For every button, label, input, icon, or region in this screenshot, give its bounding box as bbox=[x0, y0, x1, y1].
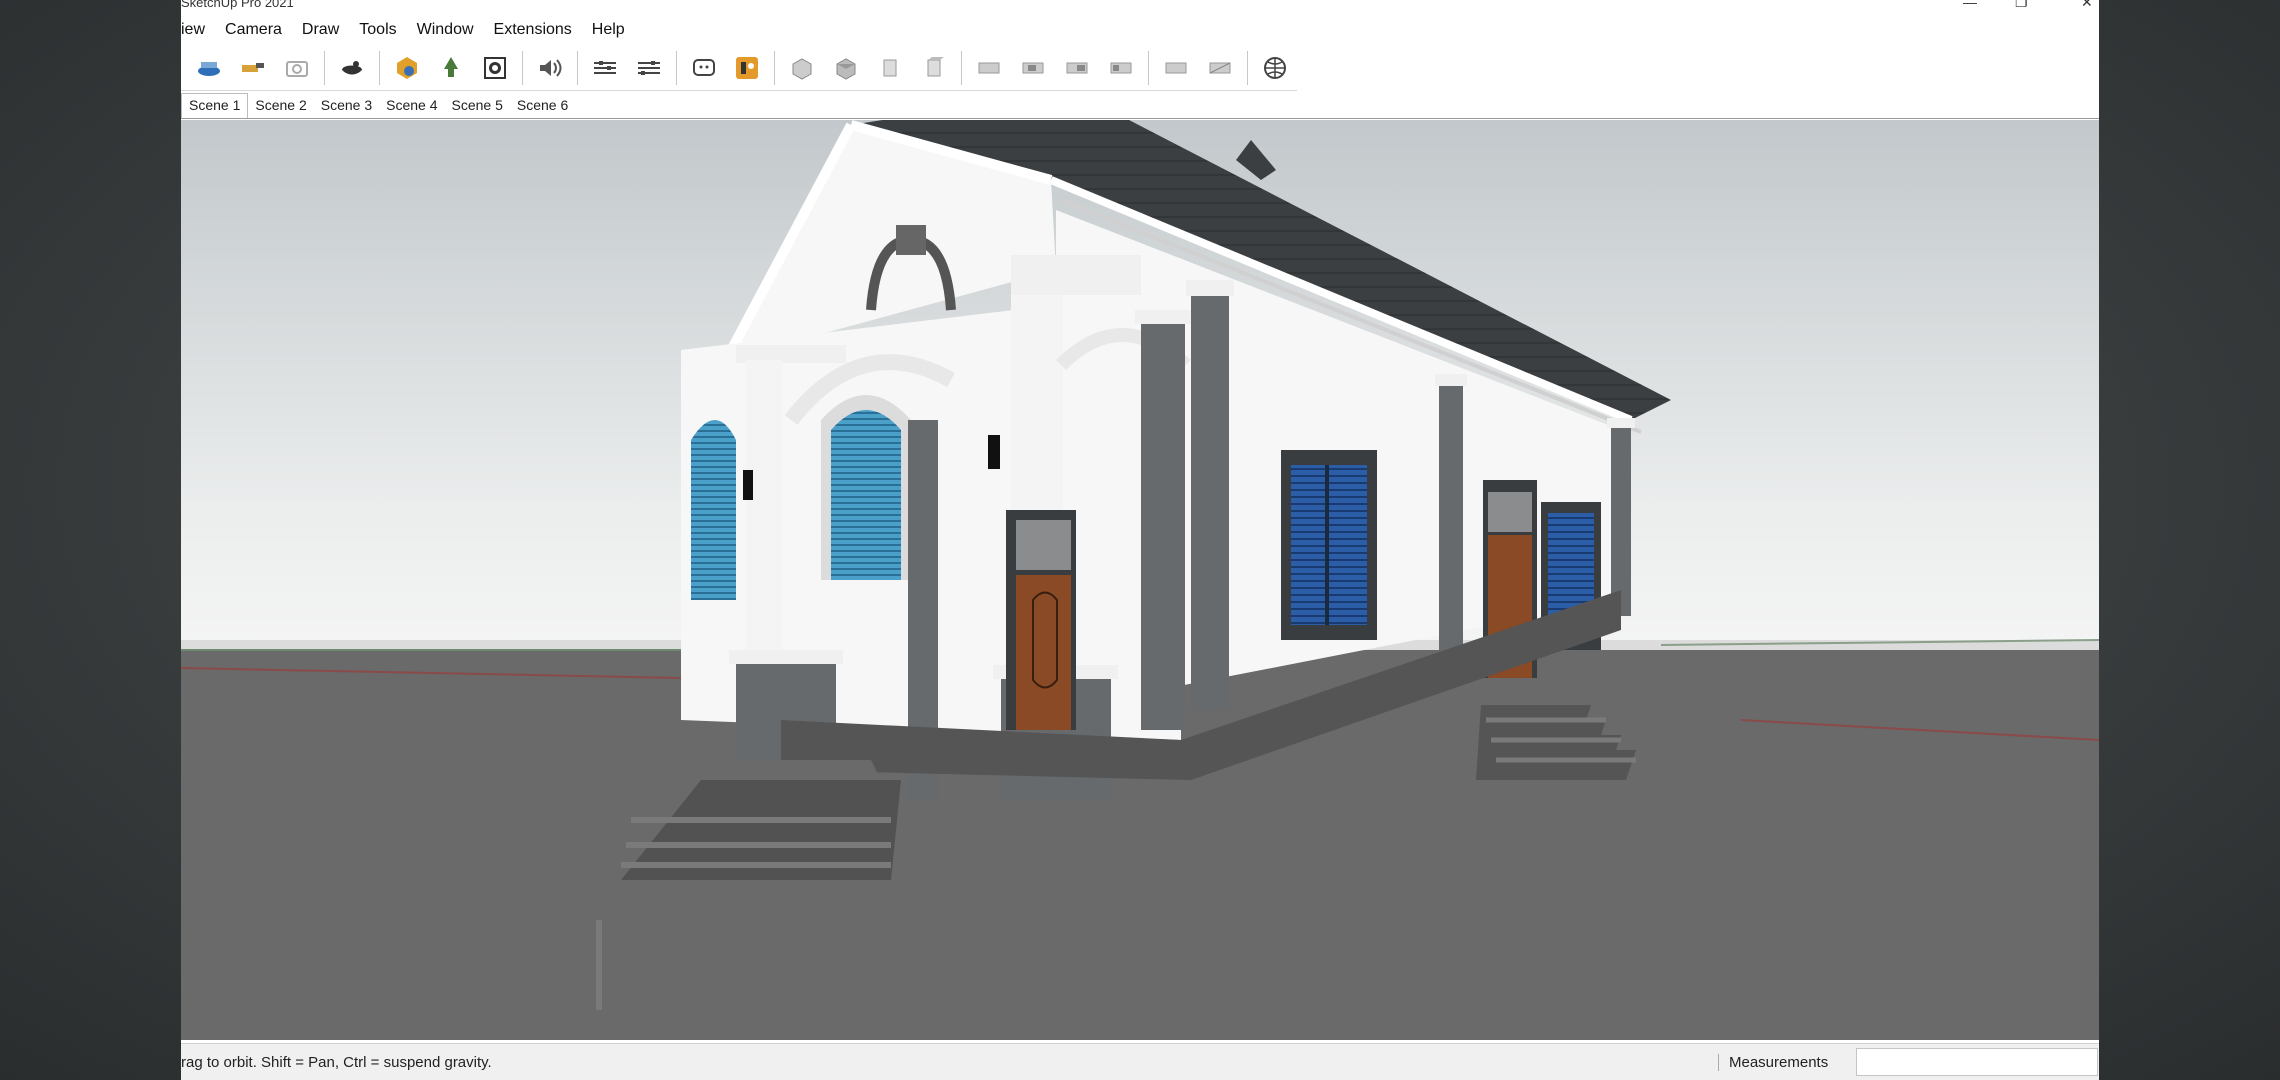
menu-help[interactable]: Help bbox=[592, 21, 625, 39]
arched-window bbox=[831, 410, 901, 580]
status-hint: rag to orbit. Shift = Pan, Ctrl = suspen… bbox=[181, 1054, 492, 1071]
measurements-label: Measurements bbox=[1718, 1054, 1828, 1071]
tab-scene-4[interactable]: Scene 4 bbox=[379, 97, 444, 118]
camera-icon[interactable] bbox=[280, 51, 314, 85]
menu-window[interactable]: Window bbox=[417, 21, 474, 39]
view-perspective-icon[interactable] bbox=[1104, 51, 1138, 85]
model-viewport[interactable] bbox=[181, 120, 2099, 1040]
warehouse-icon[interactable] bbox=[390, 51, 424, 85]
view-back-icon[interactable] bbox=[972, 51, 1006, 85]
view-front-icon[interactable] bbox=[873, 51, 907, 85]
toolbar-separator bbox=[378, 51, 380, 85]
view-parallel-icon[interactable] bbox=[1159, 51, 1193, 85]
view-right-icon[interactable] bbox=[917, 51, 951, 85]
chat-icon[interactable] bbox=[687, 51, 721, 85]
house-model-render bbox=[181, 120, 2099, 1040]
orbit-icon[interactable] bbox=[335, 51, 369, 85]
front-door bbox=[1016, 575, 1071, 730]
title-bar: SketchUp Pro 2021 — ❐ ✕ bbox=[181, 0, 2099, 16]
geo-location-icon[interactable] bbox=[1258, 51, 1292, 85]
toolbar-separator bbox=[675, 51, 677, 85]
tab-scene-3[interactable]: Scene 3 bbox=[314, 97, 379, 118]
toolbar-separator bbox=[521, 51, 523, 85]
tab-scene-1[interactable]: Scene 1 bbox=[181, 93, 249, 118]
toolbar-separator bbox=[961, 51, 963, 85]
menu-extensions[interactable]: Extensions bbox=[494, 21, 572, 39]
toolbar-separator bbox=[774, 51, 776, 85]
menu-draw[interactable]: Draw bbox=[302, 21, 339, 39]
minimize-icon[interactable]: — bbox=[1963, 0, 1977, 10]
toolbar-separator bbox=[1246, 51, 1248, 85]
toolbar-separator bbox=[323, 51, 325, 85]
view-top-icon[interactable] bbox=[829, 51, 863, 85]
components-icon[interactable] bbox=[434, 51, 468, 85]
status-bar: rag to orbit. Shift = Pan, Ctrl = suspen… bbox=[181, 1043, 2099, 1080]
sound-icon[interactable] bbox=[533, 51, 567, 85]
tab-scene-6[interactable]: Scene 6 bbox=[510, 97, 575, 118]
materials-icon[interactable] bbox=[478, 51, 512, 85]
menu-view[interactable]: iew bbox=[181, 21, 205, 39]
view-bottom-icon[interactable] bbox=[1060, 51, 1094, 85]
tab-scene-5[interactable]: Scene 5 bbox=[445, 97, 510, 118]
restore-icon[interactable]: ❐ bbox=[2015, 0, 2028, 11]
tab-scene-2[interactable]: Scene 2 bbox=[248, 97, 313, 118]
view-two-point-icon[interactable] bbox=[1203, 51, 1237, 85]
main-toolbar bbox=[181, 46, 1297, 91]
view-iso-icon[interactable] bbox=[785, 51, 819, 85]
section-plane-icon[interactable] bbox=[192, 51, 226, 85]
scene-tabs: Scene 1 Scene 2 Scene 3 Scene 4 Scene 5 … bbox=[181, 92, 2099, 119]
measurements-input[interactable] bbox=[1856, 1048, 2098, 1076]
menu-camera[interactable]: Camera bbox=[225, 21, 282, 39]
sketchup-window: SketchUp Pro 2021 — ❐ ✕ iew Camera Draw … bbox=[181, 0, 2099, 1080]
styles-icon[interactable] bbox=[632, 51, 666, 85]
toolbar-separator bbox=[576, 51, 578, 85]
view-left-icon[interactable] bbox=[1016, 51, 1050, 85]
close-icon[interactable]: ✕ bbox=[2081, 0, 2093, 11]
profile-icon[interactable] bbox=[730, 51, 764, 85]
menu-tools[interactable]: Tools bbox=[359, 21, 396, 39]
app-title: SketchUp Pro 2021 bbox=[181, 0, 294, 10]
layers-icon[interactable] bbox=[588, 51, 622, 85]
walk-icon[interactable] bbox=[236, 51, 270, 85]
menu-bar: iew Camera Draw Tools Window Extensions … bbox=[181, 16, 2099, 44]
toolbar-separator bbox=[1148, 51, 1150, 85]
